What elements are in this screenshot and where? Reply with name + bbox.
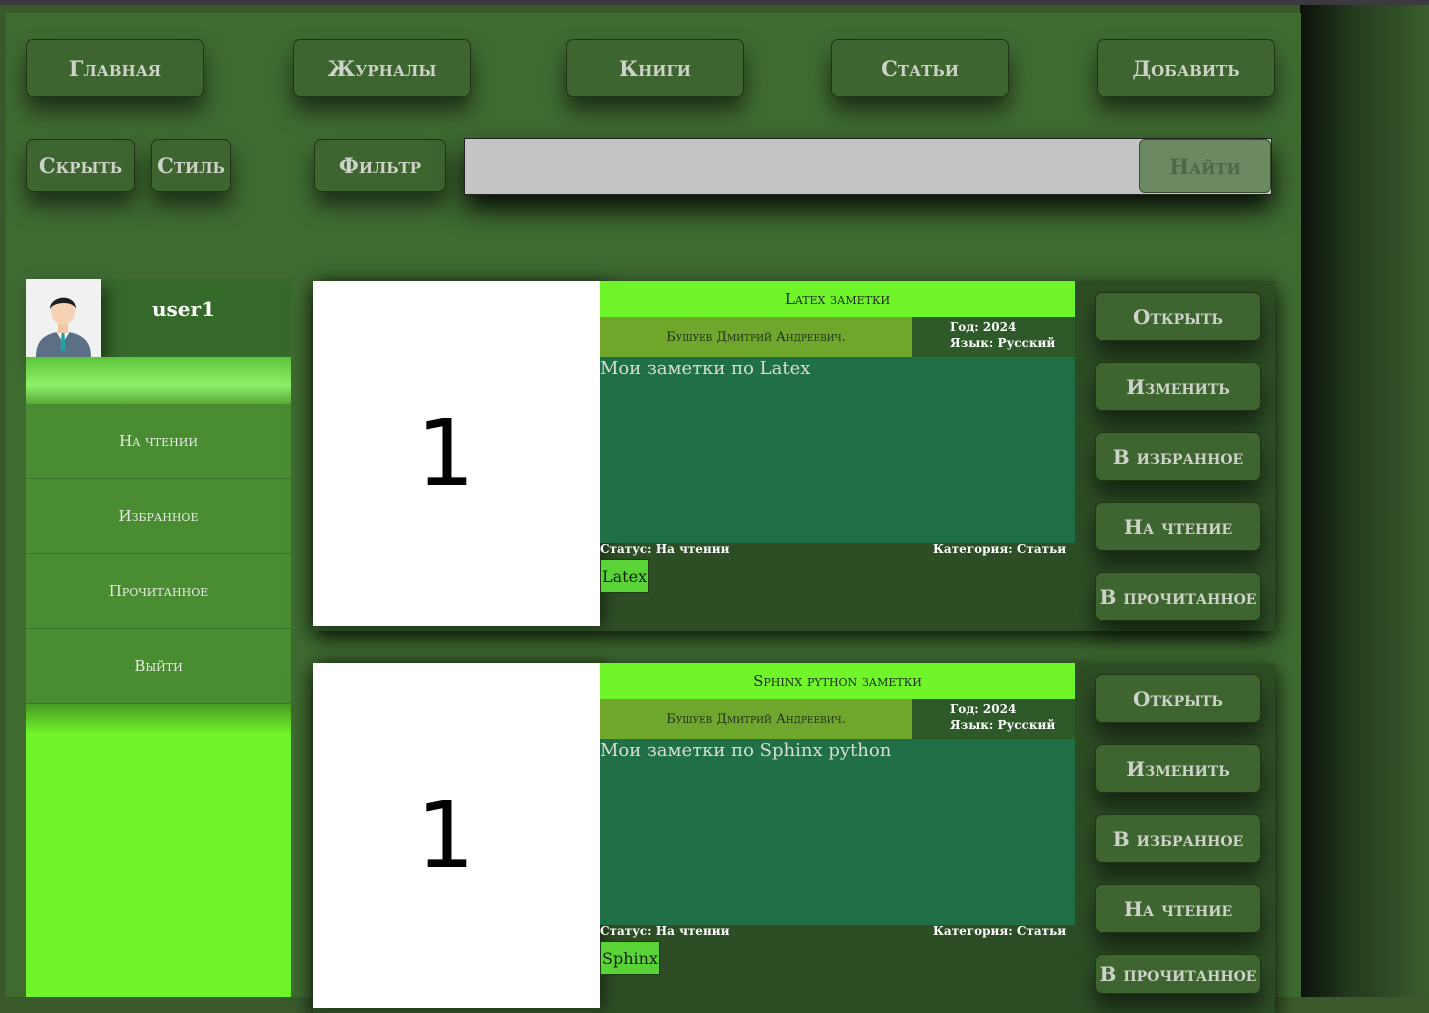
sidebar-shadow xyxy=(26,704,291,734)
open-button[interactable]: Открыть xyxy=(1095,674,1261,723)
sidebar: user1 На чтении Избранное Прочитанное Вы… xyxy=(26,279,291,997)
edit-button[interactable]: Изменить xyxy=(1095,744,1261,793)
edit-button[interactable]: Изменить xyxy=(1095,362,1261,411)
card-cover-label: 1 xyxy=(416,782,475,889)
sidebar-item-favorites[interactable]: Избранное xyxy=(26,479,291,554)
search-button[interactable]: Найти xyxy=(1139,139,1271,193)
nav-journals-button[interactable]: Журналы xyxy=(293,39,471,97)
mark-read-button[interactable]: В прочитанное xyxy=(1095,572,1261,621)
sidebar-divider xyxy=(26,357,291,404)
card-status: Статус: На чтении xyxy=(600,542,730,556)
sidebar-item-read[interactable]: Прочитанное xyxy=(26,554,291,629)
style-button[interactable]: Стиль xyxy=(151,139,231,192)
publication-card: 1 Sphinx python заметки Бушуев Дмитрий А… xyxy=(313,663,1275,1013)
filter-button[interactable]: Фильтр xyxy=(314,139,446,192)
avatar xyxy=(26,279,101,357)
card-cover-image: 1 xyxy=(313,281,600,626)
nav-home-button[interactable]: Главная xyxy=(26,39,204,97)
sidebar-item-reading[interactable]: На чтении xyxy=(26,404,291,479)
mark-reading-button[interactable]: На чтение xyxy=(1095,502,1261,551)
card-meta: Год: 2024 Язык: Русский xyxy=(912,699,1075,739)
mark-read-button[interactable]: В прочитанное xyxy=(1095,954,1261,994)
nav-articles-button[interactable]: Статьи xyxy=(831,39,1009,97)
card-author: Бушуев Дмитрий Андреевич. xyxy=(600,699,912,739)
user-avatar-icon xyxy=(26,279,101,357)
card-cover-image: 1 xyxy=(313,663,600,1008)
card-year: Год: 2024 xyxy=(950,702,1017,716)
username-label: user1 xyxy=(152,297,215,321)
mark-reading-button[interactable]: На чтение xyxy=(1095,884,1261,933)
card-language: Язык: Русский xyxy=(950,718,1056,732)
card-meta: Год: 2024 Язык: Русский xyxy=(912,317,1075,357)
card-language: Язык: Русский xyxy=(950,336,1056,350)
card-tag[interactable]: Latex xyxy=(600,559,650,593)
hide-button[interactable]: Скрыть xyxy=(26,139,135,192)
card-author: Бушуев Дмитрий Андреевич. xyxy=(600,317,912,357)
right-background-panel xyxy=(1300,5,1429,997)
card-status: Статус: На чтении xyxy=(600,924,730,938)
card-description: Мои заметки по Latex xyxy=(600,357,1075,543)
card-year: Год: 2024 xyxy=(950,320,1017,334)
nav-books-button[interactable]: Книги xyxy=(566,39,744,97)
card-cover-label: 1 xyxy=(416,400,475,507)
nav-add-button[interactable]: Добавить xyxy=(1097,39,1275,97)
add-favorite-button[interactable]: В избранное xyxy=(1095,432,1261,481)
card-description: Мои заметки по Sphinx python xyxy=(600,739,1075,925)
publication-card: 1 Latex заметки Бушуев Дмитрий Андреевич… xyxy=(313,281,1275,631)
card-category: Категория: Статьи xyxy=(933,542,1067,556)
open-button[interactable]: Открыть xyxy=(1095,292,1261,341)
card-title: Sphinx python заметки xyxy=(600,663,1075,699)
window-top-strip xyxy=(0,0,1429,5)
card-tag[interactable]: Sphinx xyxy=(600,941,660,975)
sidebar-item-logout[interactable]: Выйти xyxy=(26,629,291,704)
card-title: Latex заметки xyxy=(600,281,1075,317)
card-category: Категория: Статьи xyxy=(933,924,1067,938)
add-favorite-button[interactable]: В избранное xyxy=(1095,814,1261,863)
